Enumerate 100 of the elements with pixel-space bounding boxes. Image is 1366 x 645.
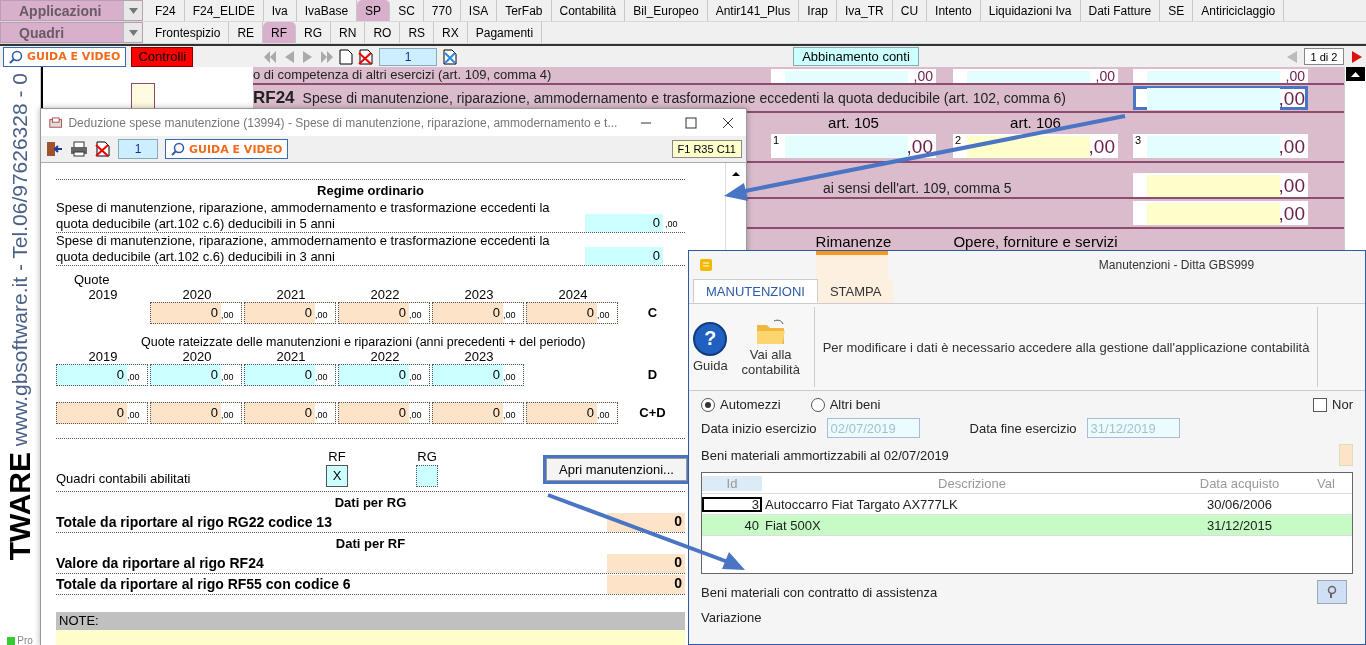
application-tab[interactable]: F24 xyxy=(147,0,185,21)
new-page-icon[interactable] xyxy=(339,48,354,65)
brand-text: TWARE xyxy=(3,452,37,561)
page-number-field[interactable]: 1 xyxy=(118,139,158,159)
application-tab[interactable]: Liquidazioni Iva xyxy=(980,0,1081,21)
account-matching-button[interactable]: Abbinamento conti xyxy=(793,47,919,66)
amount-field[interactable]: 0 ,00 xyxy=(338,402,430,424)
section-tab[interactable]: RF xyxy=(263,22,297,43)
year-label: 2023 xyxy=(463,288,495,302)
scroll-up-icon[interactable] xyxy=(1346,67,1365,81)
amount-field[interactable]: ,00 xyxy=(1133,173,1308,197)
ribbon-tab[interactable]: STAMPA xyxy=(817,279,894,303)
amount-field[interactable]: 0 ,00 xyxy=(432,402,524,424)
application-tab[interactable]: ISA xyxy=(460,0,498,21)
section-tab[interactable]: Pagamenti xyxy=(467,22,543,43)
amount-field[interactable]: 2 ,00 xyxy=(953,134,1118,158)
amount-field[interactable]: 3 ,00 xyxy=(1133,134,1308,158)
application-tab[interactable]: SC xyxy=(390,0,424,21)
website-text: www.gbsoftware.it - Tel.06/97626328 - 0 xyxy=(8,73,32,447)
year-label: 2022 xyxy=(369,288,401,302)
year-label: 2022 xyxy=(369,350,401,364)
amount-field[interactable]: 0 xyxy=(585,247,663,265)
checks-button[interactable]: Controlli xyxy=(131,46,194,67)
amount-field[interactable]: 0 ,00 xyxy=(526,402,618,424)
amount-field[interactable]: 0 ,00 xyxy=(56,402,148,424)
radio-button[interactable] xyxy=(810,397,825,412)
amount-field[interactable]: 0 ,00 xyxy=(526,302,618,324)
delete-page-icon[interactable] xyxy=(358,48,375,65)
help-button[interactable]: ? Guida xyxy=(689,321,732,373)
application-tab[interactable]: Antir141_Plus xyxy=(707,0,800,21)
table-cell-text: 31/12/2015 xyxy=(1205,517,1274,533)
checkbox[interactable]: X xyxy=(326,465,348,487)
notes-field[interactable] xyxy=(56,630,685,645)
year-label: 2024 xyxy=(557,288,589,302)
notes-label: NOTE: xyxy=(56,612,685,630)
checkbox[interactable] xyxy=(1313,397,1328,412)
section-tab[interactable]: RG xyxy=(296,22,332,43)
section-tab[interactable]: RO xyxy=(365,22,401,43)
amount-field[interactable]: 0 ,00 xyxy=(150,402,242,424)
delete-page-icon[interactable] xyxy=(95,141,111,157)
accounting-button[interactable]: Vai alla contabilità xyxy=(731,317,810,377)
exit-door-icon[interactable] xyxy=(45,141,63,157)
application-tab[interactable]: Iva xyxy=(263,0,297,21)
amount-field[interactable]: ,00 xyxy=(953,69,1118,83)
print-icon[interactable] xyxy=(70,141,88,157)
amount-field[interactable]: 0 ,00 xyxy=(150,364,242,386)
status-icon xyxy=(7,636,16,645)
page-number-field[interactable]: 1 xyxy=(379,47,438,66)
application-tab[interactable]: SE xyxy=(1160,0,1194,21)
amount-field[interactable]: 0 ,00 xyxy=(244,364,336,386)
section-tab[interactable]: RX xyxy=(434,22,468,43)
amount-field[interactable]: 1 ,00 xyxy=(771,134,936,158)
amount-field[interactable]: 0 ,00 xyxy=(432,364,524,386)
section-title: Quote rateizzate delle manutenzioni e riparazioni (anni precedenti + del periodo) xyxy=(140,334,586,350)
year-label: 2020 xyxy=(181,350,213,364)
small-field[interactable] xyxy=(131,83,155,109)
window-title: Manutenzioni - Ditta GBS999 xyxy=(1097,258,1256,272)
field-label: Variazione xyxy=(701,610,763,625)
open-maintenance-button[interactable]: Apri manutenzioni... xyxy=(546,458,687,481)
application-tab[interactable]: Iva_TR xyxy=(837,0,893,21)
section-heading: Dati per RG xyxy=(333,494,408,512)
application-tab[interactable]: Contabilità xyxy=(551,0,626,21)
application-tab[interactable]: Dati Fatture xyxy=(1080,0,1161,21)
next-icon[interactable] xyxy=(1349,49,1363,64)
amount-field[interactable]: ,00 xyxy=(771,69,936,83)
amount-field[interactable]: ,00 xyxy=(1133,69,1308,83)
section-tab[interactable]: Frontespizio xyxy=(147,22,230,43)
section-label: Beni materiali con contratto di assistenza xyxy=(701,584,938,600)
year-label: 2020 xyxy=(181,288,213,302)
application-tab[interactable]: SP xyxy=(357,0,391,21)
application-tab[interactable]: Irap xyxy=(799,0,838,21)
amount-field[interactable]: 0 ,00 xyxy=(244,402,336,424)
amount-field[interactable]: 0 ,00 xyxy=(432,302,524,324)
amount-field[interactable]: 0 ,00 xyxy=(244,302,336,324)
amount-field[interactable]: 0 ,00 xyxy=(56,364,148,386)
amount-field[interactable]: 0 xyxy=(585,214,663,232)
table-row[interactable]: 40 Fiat 500X 31/12/2015 xyxy=(702,515,1352,536)
section-tab[interactable]: RS xyxy=(400,22,435,43)
application-tab[interactable]: TerFab xyxy=(497,0,552,21)
section-tab[interactable]: RN xyxy=(331,22,366,43)
application-tab[interactable]: CU xyxy=(892,0,928,21)
application-tab[interactable]: F24_ELIDE xyxy=(184,0,264,21)
amount-field[interactable]: 0 ,00 xyxy=(150,302,242,324)
decimals-text: ,00 xyxy=(664,218,679,231)
application-tab[interactable]: 770 xyxy=(423,0,461,21)
search-button[interactable] xyxy=(1317,580,1347,604)
application-tab[interactable]: Antiriciclaggio xyxy=(1193,0,1285,21)
amount-field[interactable]: ,00 xyxy=(1133,201,1308,225)
ribbon-tab[interactable]: MANUTENZIONI xyxy=(693,279,818,303)
form-line-text: o di competenza di altri esercizi (art. 109, comma 4) xyxy=(253,68,553,82)
amount-field[interactable]: 0 ,00 xyxy=(338,302,430,324)
amount-field[interactable]: 0 ,00 xyxy=(338,364,430,386)
amount-field[interactable]: ,00 xyxy=(1133,86,1308,110)
status-text: Pro xyxy=(7,635,33,645)
radio-button[interactable] xyxy=(701,397,715,412)
application-tab[interactable]: Intento xyxy=(927,0,981,21)
checkbox[interactable] xyxy=(416,465,438,487)
year-label: 2019 xyxy=(87,350,119,364)
application-tab[interactable]: Bil_Europeo xyxy=(625,0,708,21)
column-label: Rimanenze xyxy=(814,232,893,250)
